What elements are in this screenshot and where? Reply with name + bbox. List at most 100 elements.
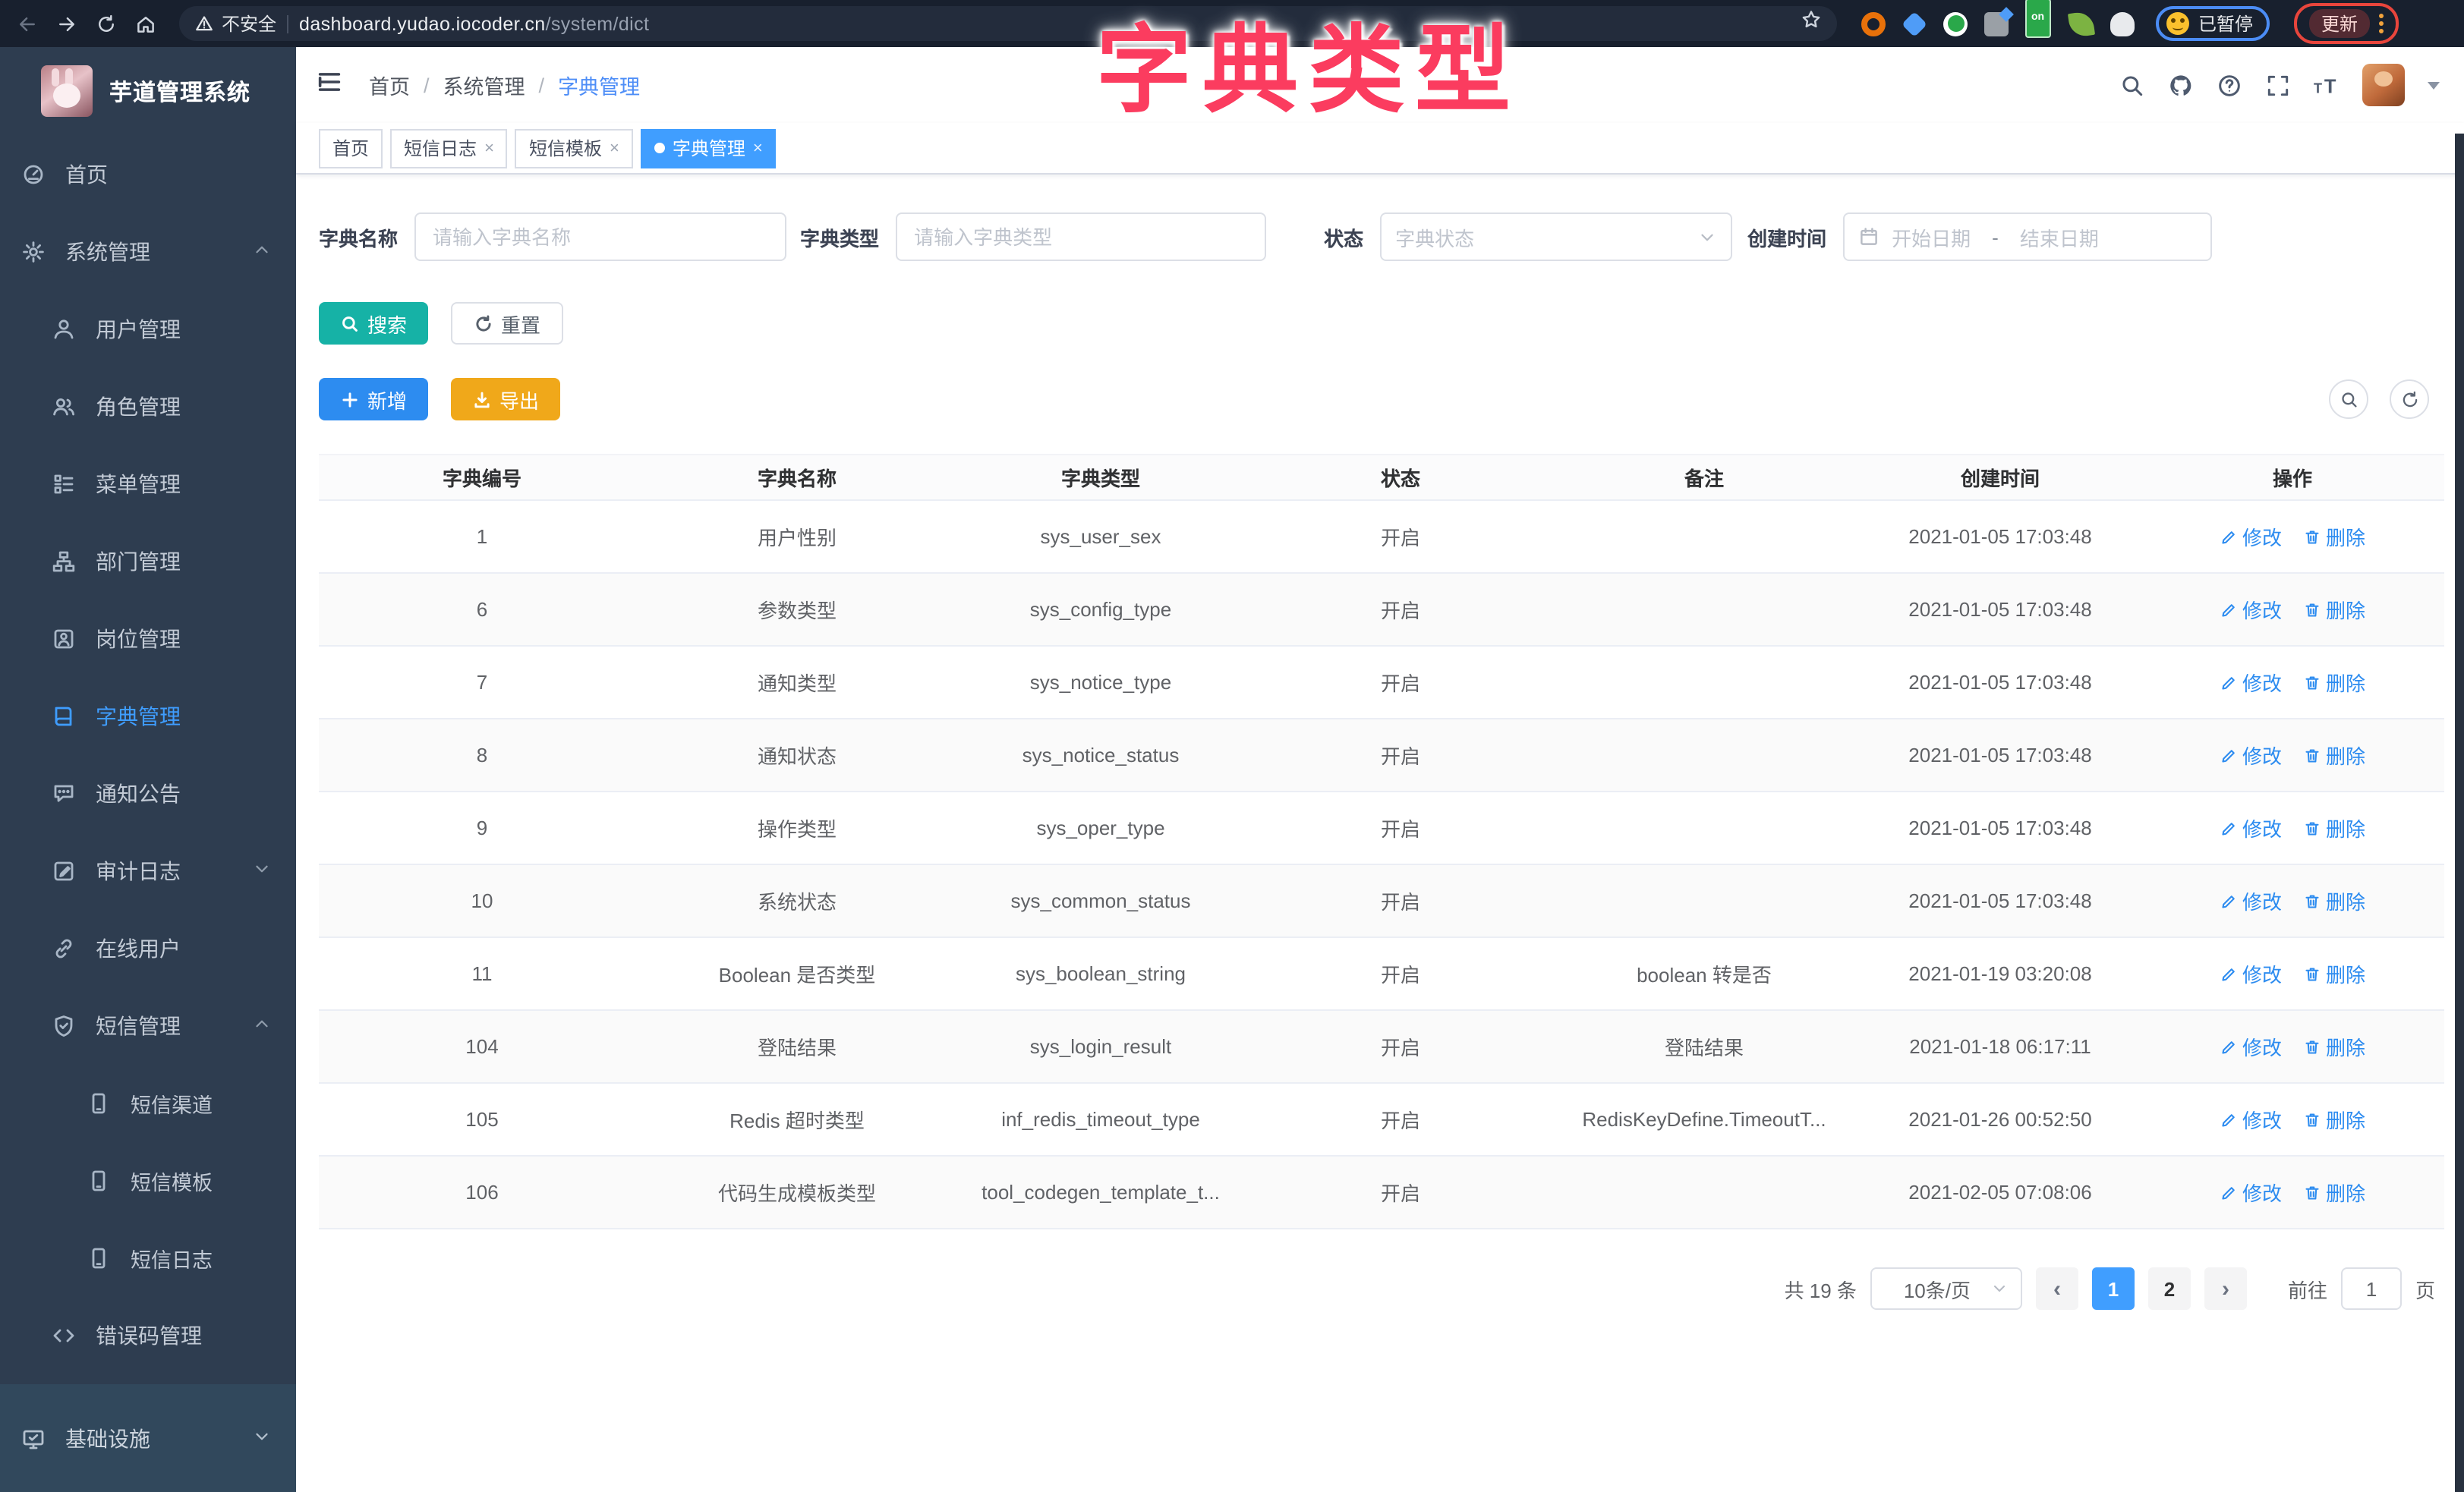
extension-icon[interactable] — [1902, 11, 1927, 36]
sidebar-item-sms[interactable]: 短信管理 — [0, 987, 296, 1064]
close-icon[interactable]: × — [753, 139, 763, 157]
goto-page-input[interactable] — [2341, 1267, 2402, 1310]
page-button-2[interactable]: 2 — [2148, 1267, 2191, 1310]
text-size-icon[interactable]: TT — [2314, 72, 2340, 98]
edit-link[interactable]: 修改 — [2220, 595, 2282, 624]
delete-link[interactable]: 删除 — [2303, 886, 2365, 915]
cell-type-link[interactable]: sys_notice_type — [949, 646, 1252, 719]
cell-type-link[interactable]: tool_codegen_template_t... — [949, 1156, 1252, 1229]
edit-link[interactable]: 修改 — [2220, 1032, 2282, 1061]
tab-dict-active[interactable]: 字典管理 × — [641, 128, 777, 168]
collapse-sidebar-button[interactable] — [316, 68, 343, 102]
page-size-select[interactable]: 10条/页 — [1870, 1267, 2022, 1310]
extension-icon[interactable] — [1861, 11, 1886, 36]
help-icon[interactable] — [2217, 72, 2242, 98]
cell-type-link[interactable]: inf_redis_timeout_type — [949, 1083, 1252, 1156]
close-icon[interactable]: × — [484, 139, 494, 157]
search-icon[interactable] — [2119, 72, 2145, 98]
delete-link[interactable]: 删除 — [2303, 595, 2365, 624]
breadcrumb-home[interactable]: 首页 — [369, 70, 410, 100]
sidebar-item-error-codes[interactable]: 错误码管理 — [0, 1296, 296, 1374]
sidebar-item-dict[interactable]: 字典管理 — [0, 677, 296, 754]
sidebar-item-online-users[interactable]: 在线用户 — [0, 909, 296, 987]
close-icon[interactable]: × — [610, 139, 619, 157]
delete-link[interactable]: 删除 — [2303, 741, 2365, 770]
github-icon[interactable] — [2168, 72, 2194, 98]
browser-menu-icon[interactable] — [2379, 14, 2384, 33]
edit-link[interactable]: 修改 — [2220, 886, 2282, 915]
sidebar-item-sms-template[interactable]: 短信模板 — [0, 1141, 296, 1219]
tab-home[interactable]: 首页 — [319, 128, 383, 168]
delete-link[interactable]: 删除 — [2303, 959, 2365, 988]
sidebar-item-menus[interactable]: 菜单管理 — [0, 445, 296, 522]
app-logo[interactable]: 芋道管理系统 — [0, 47, 296, 135]
edit-link[interactable]: 修改 — [2220, 1178, 2282, 1207]
reset-button[interactable]: 重置 — [451, 302, 563, 345]
sidebar-item-notices[interactable]: 通知公告 — [0, 754, 296, 832]
chrome-update-button[interactable]: 更新 — [2309, 9, 2370, 38]
edit-link[interactable]: 修改 — [2220, 959, 2282, 988]
delete-link[interactable]: 删除 — [2303, 1178, 2365, 1207]
sidebar-item-sms-channel[interactable]: 短信渠道 — [0, 1064, 296, 1141]
status-select[interactable]: 字典状态 — [1380, 212, 1732, 261]
sidebar-item-roles[interactable]: 角色管理 — [0, 367, 296, 445]
user-avatar[interactable] — [2362, 64, 2405, 106]
cell-type-link[interactable]: sys_common_status — [949, 864, 1252, 937]
address-bar[interactable]: 不安全 dashboard.yudao.iocoder.cn/system/di… — [179, 6, 1837, 41]
edit-link[interactable]: 修改 — [2220, 1105, 2282, 1134]
add-button[interactable]: 新增 — [319, 378, 428, 420]
extension-icon[interactable] — [1943, 11, 1968, 36]
search-button[interactable]: 搜索 — [319, 302, 428, 345]
delete-link[interactable]: 删除 — [2303, 1105, 2365, 1134]
browser-forward-button[interactable] — [52, 8, 82, 39]
delete-link[interactable]: 删除 — [2303, 522, 2365, 551]
browser-home-button[interactable] — [131, 8, 161, 39]
page-button-1[interactable]: 1 — [2092, 1267, 2135, 1310]
sidebar-item-departments[interactable]: 部门管理 — [0, 522, 296, 600]
breadcrumb-system[interactable]: 系统管理 — [443, 70, 525, 100]
dict-type-input[interactable] — [896, 212, 1266, 261]
sidebar-item-sms-log[interactable]: 短信日志 — [0, 1219, 296, 1296]
sidebar-item-home[interactable]: 首页 — [0, 135, 296, 212]
date-range-picker[interactable]: 开始日期 - 结束日期 — [1843, 212, 2212, 261]
security-chip[interactable]: 不安全 — [194, 11, 276, 36]
bookmark-star-icon[interactable] — [1801, 9, 1822, 38]
avatar-caret-icon[interactable] — [2428, 81, 2440, 89]
export-button[interactable]: 导出 — [451, 378, 560, 420]
cell-type-link[interactable]: sys_config_type — [949, 573, 1252, 646]
cell-type-link[interactable]: sys_login_result — [949, 1010, 1252, 1083]
next-page-button[interactable]: › — [2204, 1267, 2247, 1310]
extension-icon[interactable]: on — [2025, 11, 2053, 36]
sidebar-item-system[interactable]: 系统管理 — [0, 212, 296, 290]
breadcrumb-current[interactable]: 字典管理 — [558, 70, 640, 100]
sidebar-item-posts[interactable]: 岗位管理 — [0, 600, 296, 677]
dict-name-input[interactable] — [414, 212, 786, 261]
cell-type-link[interactable]: sys_oper_type — [949, 792, 1252, 864]
refresh-table-button[interactable] — [2390, 379, 2429, 419]
sidebar-item-infrastructure[interactable]: 基础设施 — [0, 1384, 296, 1492]
edit-link[interactable]: 修改 — [2220, 814, 2282, 842]
fullscreen-icon[interactable] — [2265, 72, 2291, 98]
extension-icon[interactable] — [2068, 10, 2095, 37]
prev-page-button[interactable]: ‹ — [2036, 1267, 2078, 1310]
cell-type-link[interactable]: sys_user_sex — [949, 500, 1252, 573]
tab-sms-log[interactable]: 短信日志 × — [390, 128, 508, 168]
edit-link[interactable]: 修改 — [2220, 522, 2282, 551]
extensions-puzzle-icon[interactable] — [2110, 11, 2135, 36]
delete-link[interactable]: 删除 — [2303, 668, 2365, 697]
window-scrollbar-strip[interactable] — [2455, 134, 2464, 1492]
sidebar-item-users[interactable]: 用户管理 — [0, 290, 296, 367]
extension-icon[interactable] — [1984, 11, 2009, 36]
browser-reload-button[interactable] — [91, 8, 121, 39]
browser-back-button[interactable] — [12, 8, 43, 39]
cell-type-link[interactable]: sys_boolean_string — [949, 937, 1252, 1010]
cell-type-link[interactable]: sys_notice_status — [949, 719, 1252, 792]
sidebar-item-audit-log[interactable]: 审计日志 — [0, 832, 296, 909]
show-search-toggle-button[interactable] — [2329, 379, 2368, 419]
delete-link[interactable]: 删除 — [2303, 1032, 2365, 1061]
edit-link[interactable]: 修改 — [2220, 741, 2282, 770]
paused-badge[interactable]: 已暂停 — [2156, 6, 2270, 41]
delete-link[interactable]: 删除 — [2303, 814, 2365, 842]
edit-link[interactable]: 修改 — [2220, 668, 2282, 697]
tab-sms-template[interactable]: 短信模板 × — [515, 128, 633, 168]
